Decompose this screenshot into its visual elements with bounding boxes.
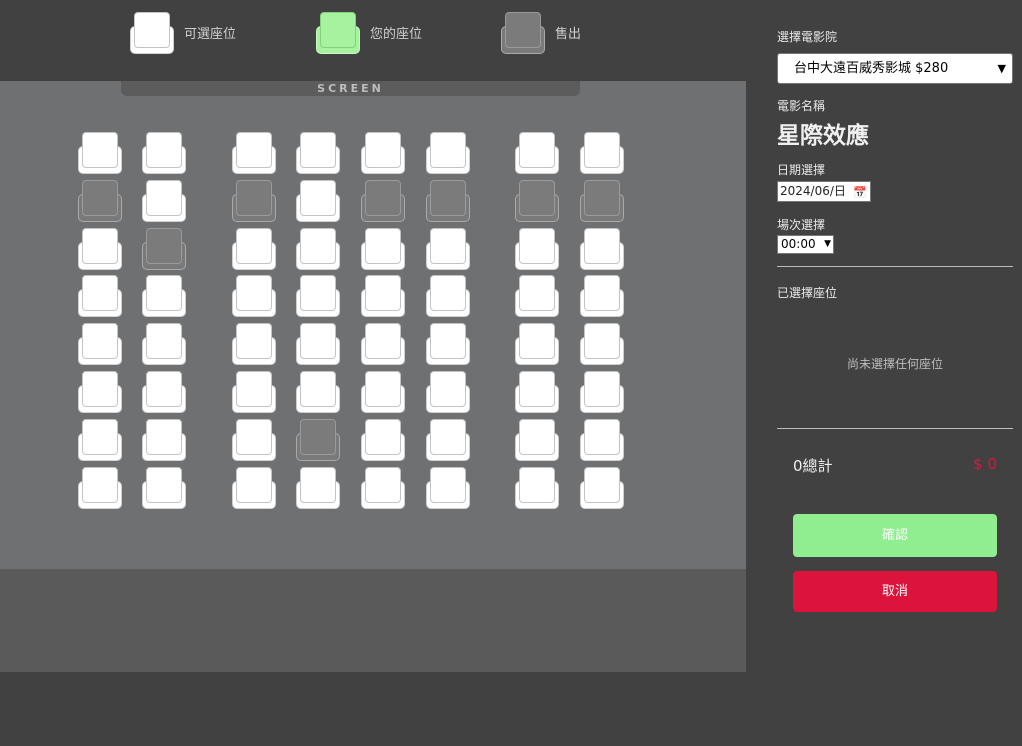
total-price: $ 0 (973, 455, 997, 473)
legend-mine-label: 您的座位 (370, 26, 423, 42)
seat[interactable] (142, 132, 186, 174)
empty-selection-message: 尚未選擇任何座位 (846, 357, 943, 371)
seat[interactable] (426, 228, 470, 270)
seat[interactable] (142, 275, 186, 317)
seat[interactable] (296, 180, 340, 222)
seat[interactable] (296, 371, 340, 413)
seat[interactable] (515, 371, 559, 413)
date-input-value: 2024/06/日 (780, 184, 846, 198)
seat (361, 180, 405, 222)
seat[interactable] (426, 275, 470, 317)
cinema-select[interactable]: 台中大遠百威秀影城 $280 ▼ (777, 53, 1013, 84)
seat[interactable] (296, 132, 340, 174)
seat[interactable] (426, 132, 470, 174)
confirm-button[interactable]: 確認 (793, 514, 997, 557)
seat[interactable] (78, 371, 122, 413)
legend-sold-seat-icon (501, 12, 545, 54)
seat[interactable] (142, 323, 186, 365)
showtime-select[interactable]: 00:00 ▼ (777, 235, 834, 254)
chevron-down-icon: ▼ (824, 239, 831, 249)
seat[interactable] (232, 323, 276, 365)
seat[interactable] (78, 228, 122, 270)
seat[interactable] (515, 323, 559, 365)
seat[interactable] (361, 371, 405, 413)
seat[interactable] (232, 467, 276, 509)
seat[interactable] (78, 132, 122, 174)
booking-panel: 選擇電影院 台中大遠百威秀影城 $280 ▼ 電影名稱 星際效應 日期選擇 20… (777, 0, 1013, 746)
seat[interactable] (232, 371, 276, 413)
seat[interactable] (142, 467, 186, 509)
time-label: 場次選擇 (777, 218, 826, 232)
cinema-label: 選擇電影院 (777, 30, 838, 44)
movie-label: 電影名稱 (777, 99, 826, 113)
selected-seats-label: 已選擇座位 (777, 286, 838, 300)
total-label: 0總計 (793, 457, 833, 475)
movie-title: 星際效應 (777, 123, 869, 149)
legend-sold: 售出 (501, 12, 582, 54)
cinema-select-value: 台中大遠百威秀影城 $280 (794, 61, 949, 76)
date-input[interactable]: 2024/06/日 📅 (777, 181, 871, 202)
seat[interactable] (142, 180, 186, 222)
seat[interactable] (580, 371, 624, 413)
cinema-screen: SCREEN (121, 81, 580, 96)
seat (78, 180, 122, 222)
seat[interactable] (580, 467, 624, 509)
seat[interactable] (515, 132, 559, 174)
seat[interactable] (515, 228, 559, 270)
seat[interactable] (515, 467, 559, 509)
seat[interactable] (580, 132, 624, 174)
seat[interactable] (232, 419, 276, 461)
seat[interactable] (232, 132, 276, 174)
showtime-select-value: 00:00 (781, 237, 816, 251)
seat[interactable] (78, 419, 122, 461)
seat[interactable] (142, 419, 186, 461)
seat[interactable] (580, 228, 624, 270)
legend-available: 可選座位 (130, 12, 237, 54)
seat[interactable] (361, 228, 405, 270)
seat (296, 419, 340, 461)
seat[interactable] (426, 467, 470, 509)
seat[interactable] (580, 323, 624, 365)
seat[interactable] (232, 228, 276, 270)
seat[interactable] (426, 323, 470, 365)
seat (580, 180, 624, 222)
legend-mine-seat-icon (316, 12, 360, 54)
seat[interactable] (361, 132, 405, 174)
seat[interactable] (426, 371, 470, 413)
seat[interactable] (78, 467, 122, 509)
seat[interactable] (515, 275, 559, 317)
legend-sold-label: 售出 (555, 26, 582, 42)
seat[interactable] (361, 467, 405, 509)
seat[interactable] (426, 419, 470, 461)
seat[interactable] (142, 371, 186, 413)
seat (515, 180, 559, 222)
legend-mine: 您的座位 (316, 12, 423, 54)
seat[interactable] (361, 275, 405, 317)
seat[interactable] (296, 467, 340, 509)
seat[interactable] (580, 419, 624, 461)
seat (142, 228, 186, 270)
seat[interactable] (232, 275, 276, 317)
seat[interactable] (296, 275, 340, 317)
seat[interactable] (78, 275, 122, 317)
seat-legend: 可選座位 您的座位 售出 (0, 0, 746, 81)
divider (777, 266, 1013, 267)
date-label: 日期選擇 (777, 163, 826, 177)
seat[interactable] (361, 323, 405, 365)
legend-available-seat-icon (130, 12, 174, 54)
seat[interactable] (361, 419, 405, 461)
hall-floor (0, 569, 746, 672)
cancel-button[interactable]: 取消 (793, 571, 997, 612)
seat[interactable] (296, 323, 340, 365)
divider (777, 428, 1013, 429)
seat[interactable] (515, 419, 559, 461)
seat[interactable] (78, 323, 122, 365)
chevron-down-icon: ▼ (997, 62, 1006, 75)
seat (426, 180, 470, 222)
seat (232, 180, 276, 222)
calendar-icon[interactable]: 📅 (853, 183, 867, 201)
legend-available-label: 可選座位 (184, 26, 237, 42)
seat[interactable] (296, 228, 340, 270)
seat[interactable] (580, 275, 624, 317)
